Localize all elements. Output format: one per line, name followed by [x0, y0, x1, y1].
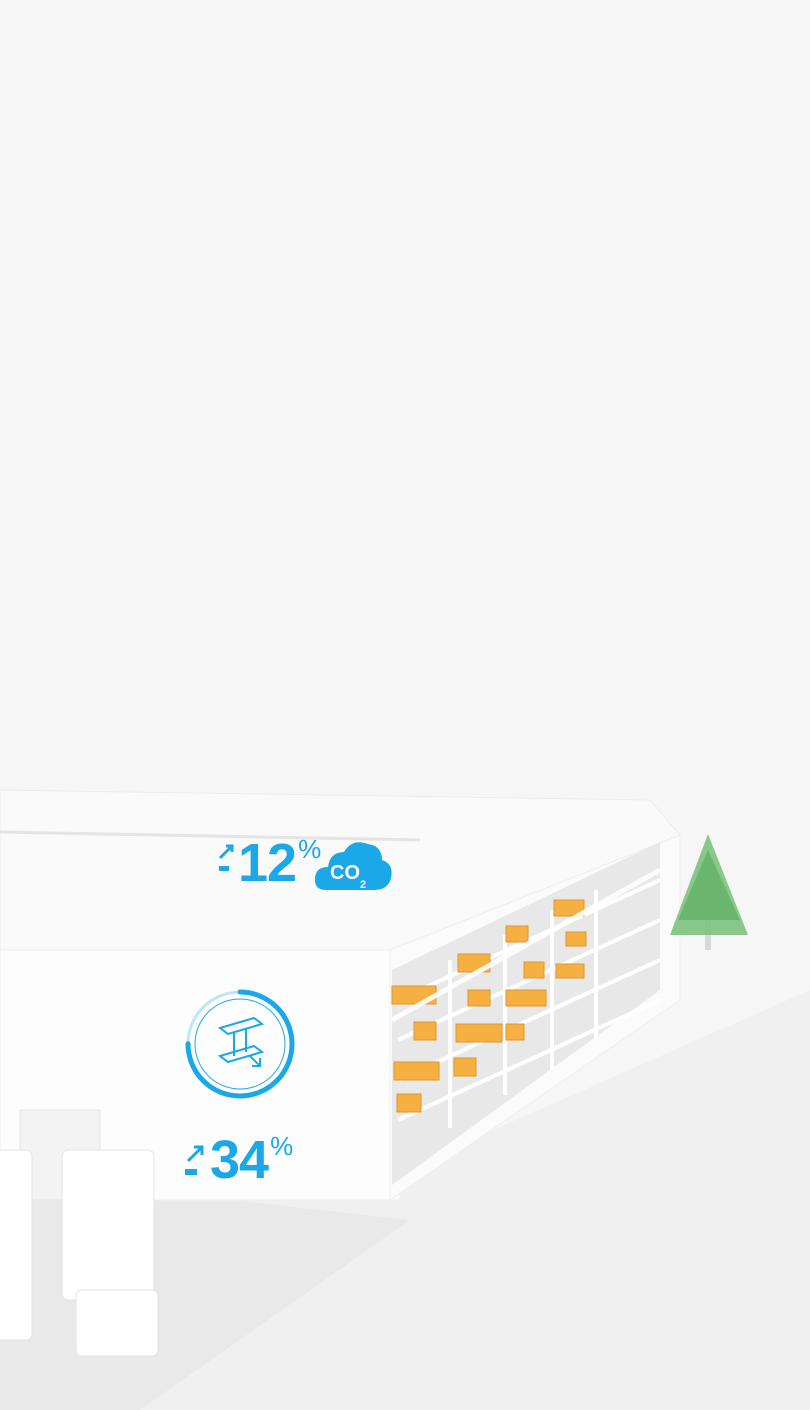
- trend-down-arrow-icon: [218, 844, 234, 877]
- steel-progress-ring: [184, 988, 296, 1100]
- truck-left: [0, 1149, 33, 1341]
- co2-badge-text: CO: [330, 862, 360, 884]
- co2-reduction-stat: 12 %: [218, 836, 321, 890]
- steel-value: 34: [210, 1130, 269, 1190]
- co2-badge-subscript: 2: [360, 879, 366, 891]
- steel-savings-stat: 34 %: [184, 1133, 293, 1187]
- co2-value: 12: [238, 833, 297, 893]
- tree: [670, 834, 748, 950]
- co2-cloud-icon: CO 2: [312, 832, 394, 900]
- trend-up-arrow-icon: [184, 1141, 206, 1186]
- warehouse-scene: [0, 789, 810, 1410]
- steel-unit: %: [270, 1131, 294, 1161]
- truck-right: [61, 1149, 159, 1357]
